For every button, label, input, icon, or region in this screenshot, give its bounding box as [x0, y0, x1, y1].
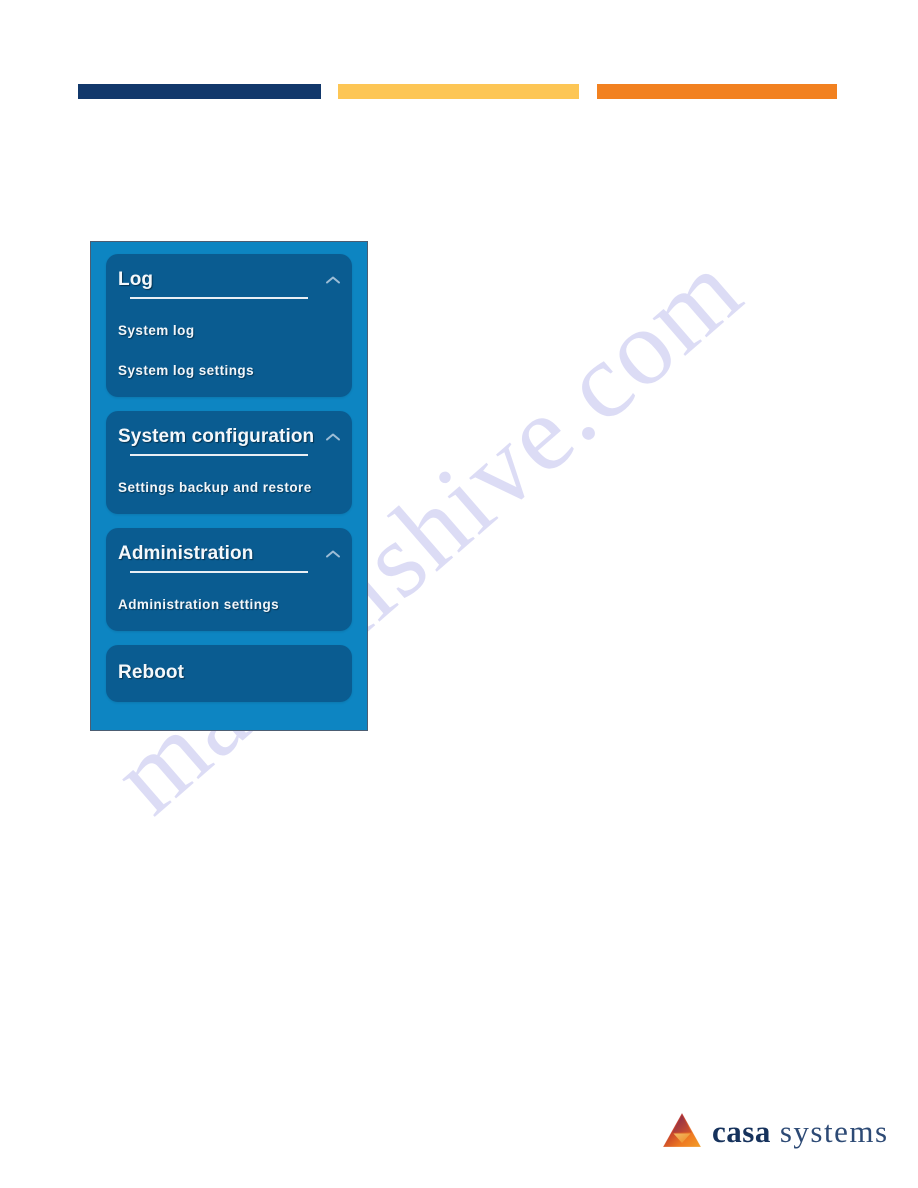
menu-section-system-configuration-title: System configuration [118, 426, 315, 448]
top-bar-navy [78, 84, 321, 99]
menu-item-system-log-settings[interactable]: System log settings [118, 363, 340, 379]
chevron-up-icon[interactable] [325, 546, 341, 558]
casa-systems-logo: casa systems [662, 1108, 889, 1152]
menu-section-administration-header[interactable]: Administration [106, 528, 352, 583]
navigation-menu-panel: Log System log System log settings Syste… [90, 241, 368, 731]
brand-name-secondary: systems [779, 1113, 889, 1149]
menu-section-reboot-header[interactable]: Reboot [106, 645, 352, 702]
menu-section-log: Log System log System log settings [106, 254, 352, 398]
menu-item-system-log[interactable]: System log [118, 323, 340, 339]
menu-section-log-divider [130, 296, 308, 299]
menu-section-administration-items: Administration settings [106, 583, 352, 631]
top-bar-amber [338, 84, 579, 99]
menu-section-administration: Administration Administration settings [106, 528, 352, 632]
casa-systems-wordmark: casa systems [712, 1116, 889, 1147]
casa-systems-triangle-logo-icon [662, 1112, 702, 1148]
menu-section-administration-title: Administration [118, 543, 254, 565]
menu-section-log-items: System log System log settings [106, 309, 352, 397]
menu-section-administration-divider [130, 571, 308, 574]
brand-name-primary: casa [712, 1113, 771, 1149]
menu-section-system-configuration-items: Settings backup and restore [106, 466, 352, 514]
menu-section-system-configuration-header[interactable]: System configuration [106, 411, 352, 466]
menu-item-settings-backup-and-restore[interactable]: Settings backup and restore [118, 480, 340, 496]
top-decorative-bars [0, 84, 918, 100]
menu-section-reboot-title: Reboot [118, 662, 185, 684]
menu-section-system-configuration-divider [130, 454, 308, 457]
chevron-up-icon[interactable] [325, 272, 341, 284]
top-bar-orange [597, 84, 837, 99]
menu-section-system-configuration: System configuration Settings backup and… [106, 411, 352, 515]
menu-section-log-title: Log [118, 269, 154, 290]
menu-item-administration-settings[interactable]: Administration settings [118, 597, 340, 613]
menu-section-log-header[interactable]: Log [106, 254, 352, 309]
chevron-up-icon[interactable] [325, 429, 341, 441]
menu-section-reboot[interactable]: Reboot [106, 645, 352, 703]
